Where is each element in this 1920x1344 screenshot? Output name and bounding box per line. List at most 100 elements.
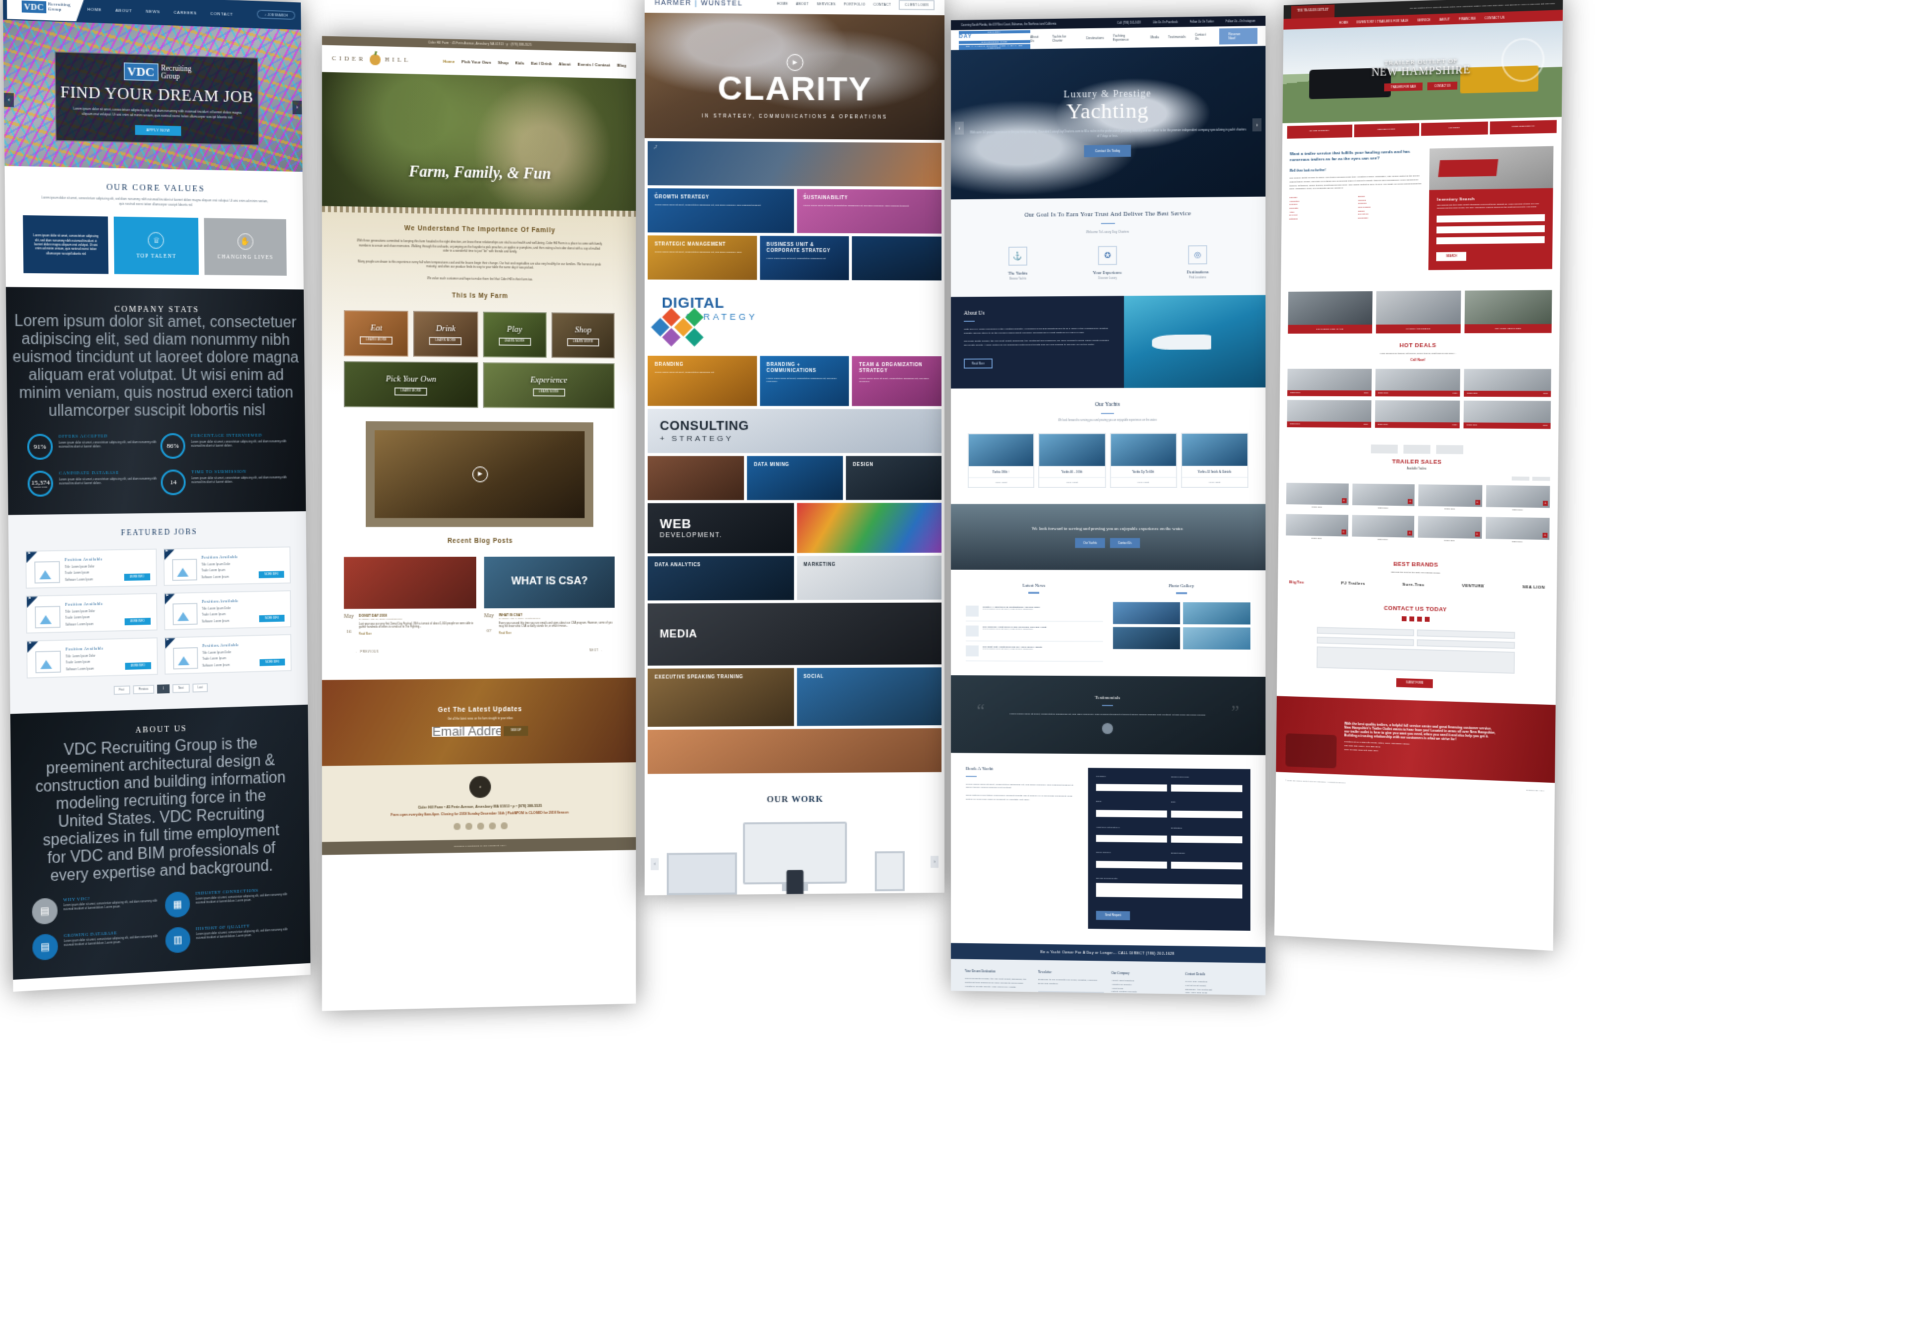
ly-feature-the-yachts[interactable]: ⚓ The Yachts Browse Yachts bbox=[991, 246, 1045, 281]
vdc-job-card[interactable]: Position AvailableTitle: Lorem Ipsum Dol… bbox=[162, 546, 291, 587]
hw-consulting-block[interactable]: CONSULTING + STRATEGY bbox=[647, 408, 942, 454]
hw-tile-branding-communications[interactable]: BRANDING + COMMUNICATIONS Lorem ipsum dol… bbox=[759, 355, 850, 407]
ly-topbar-twitter[interactable]: Follow Us On Twitter bbox=[1190, 20, 1214, 23]
ch-tile-button[interactable]: LEARN MORE bbox=[498, 337, 531, 346]
to-deal-card[interactable]: Trailer Type Price bbox=[1286, 400, 1372, 429]
hw-logo[interactable]: HARMER | WUNSTEL bbox=[655, 0, 743, 7]
to-trailer-card[interactable]: Trailer Type bbox=[1285, 514, 1348, 542]
hw-tile-design[interactable]: DESIGN bbox=[845, 455, 942, 500]
hw-tile-sustainability[interactable]: ⤴ SUSTAINABILITY Lorem ipsum dolor sit ame… bbox=[796, 189, 942, 234]
youtube-icon[interactable] bbox=[1424, 616, 1430, 623]
to-contact-phone-input[interactable] bbox=[1316, 636, 1414, 647]
hw-tile-hands[interactable]: ⤴ bbox=[647, 141, 942, 187]
hw-work-prev-arrow[interactable]: ‹ bbox=[650, 858, 659, 871]
hw-tile-branding[interactable]: BRANDING Lorem ipsum dolor sit amet, cons… bbox=[647, 355, 757, 406]
pager-page-1[interactable]: 1 bbox=[156, 684, 170, 694]
ly-gallery-photo[interactable] bbox=[1112, 601, 1180, 624]
hw-tile-color-swatches[interactable] bbox=[796, 502, 942, 553]
ch-logo[interactable]: CIDER HILL bbox=[332, 53, 411, 66]
ch-tile-button[interactable]: LEARN MORE bbox=[360, 335, 393, 345]
pager-previous[interactable]: Previous bbox=[132, 684, 155, 695]
ly-hero-prev-arrow[interactable]: ‹ bbox=[954, 121, 964, 135]
ch-newsletter-signup-button[interactable]: SIGN UP bbox=[503, 725, 528, 736]
ch-newsletter-email-input[interactable] bbox=[432, 725, 501, 737]
vdc-job-more-info-button[interactable]: MORE INFO bbox=[259, 614, 285, 623]
ch-nav-eat-drink[interactable]: Eat / Drink bbox=[531, 61, 552, 66]
ly-logo[interactable]: LUXURY DAY CHARTERS.COM BE A YACHT OWNER F… bbox=[958, 29, 1031, 50]
ly-topbar-phone[interactable]: Call: (786) 202-1628 bbox=[1117, 21, 1141, 24]
ch-nav-pick-your-own[interactable]: Pick Your Own bbox=[462, 59, 491, 65]
website-panel-cider-hill-farm[interactable]: Cider Hill Farm · 45 Ferin Avenue, Amesb… bbox=[322, 36, 636, 1011]
hw-nav-about[interactable]: ABOUT bbox=[796, 2, 809, 6]
to-deal-card[interactable]: Trailer Type Price bbox=[1463, 400, 1551, 430]
to-category-manufacturers[interactable]: MANUFACTURERS bbox=[1375, 290, 1462, 334]
ch-nav-home[interactable]: Home bbox=[443, 59, 455, 64]
hw-tile-business-unit-corporate-strategy[interactable]: BUSINESS UNIT & CORPORATE STRATEGY Lorem … bbox=[759, 235, 850, 281]
hw-tile-data-mining[interactable]: DATA MINING bbox=[746, 455, 843, 501]
ch-tile-play[interactable]: Play LEARN MORE bbox=[482, 311, 547, 358]
to-inventory-field-2[interactable] bbox=[1436, 224, 1545, 234]
to-nav-inventory[interactable]: INVENTORY / TRAILERS FOR SALE bbox=[1357, 18, 1409, 24]
ch-nav-kids[interactable]: Kids bbox=[515, 60, 524, 65]
filter-control[interactable] bbox=[1511, 476, 1530, 481]
ly-footer-link[interactable]: Latest Yacht News bbox=[1111, 994, 1177, 995]
to-hero-trailers-for-sale-button[interactable]: TRAILERS FOR SALE bbox=[1384, 82, 1423, 92]
twitter-icon[interactable] bbox=[1408, 616, 1414, 622]
vdc-job-card[interactable]: Position AvailableTitle: Lorem Ipsum Dol… bbox=[26, 637, 158, 679]
vdc-job-card[interactable]: Position AvailableTitle: Lorem Ipsum Dol… bbox=[163, 634, 292, 675]
ly-form-full-name-input[interactable] bbox=[1095, 783, 1167, 792]
vdc-value-card-changing-lives[interactable]: ✋ CHANGING LIVES bbox=[203, 218, 287, 276]
ch-blog-readmore[interactable]: Read More bbox=[499, 632, 615, 635]
ch-nav-blog[interactable]: Blog bbox=[617, 63, 626, 68]
ch-tile-eat[interactable]: Eat LEARN MORE bbox=[343, 309, 409, 357]
vdc-jobs-pager[interactable]: First Previous 1 Next Last bbox=[10, 681, 308, 699]
play-icon[interactable]: ▶ bbox=[472, 465, 489, 482]
ly-feature-your-experience[interactable]: ✪ Your Experience Discover Luxury bbox=[1081, 246, 1135, 280]
vdc-nav-news[interactable]: NEWS bbox=[146, 8, 160, 13]
ch-tile-button[interactable]: LEARN MORE bbox=[567, 337, 599, 346]
vdc-job-more-info-button[interactable]: MORE INFO bbox=[124, 617, 151, 626]
to-quicklink-service[interactable]: SERVICE & PARTS bbox=[1353, 123, 1420, 138]
pager-next[interactable]: Next bbox=[172, 683, 190, 694]
website-panel-luxury-day-charters[interactable]: Covering South Florida, the US West Coas… bbox=[950, 15, 1266, 996]
to-deal-card[interactable]: Trailer Type Price bbox=[1287, 368, 1372, 397]
to-footer-designer[interactable]: Designed By VCVA bbox=[1526, 790, 1545, 793]
to-quicklink-inventory[interactable]: TRAILER INVENTORY bbox=[1287, 124, 1352, 139]
to-nav-home[interactable]: HOME bbox=[1339, 20, 1348, 24]
hw-client-login-button[interactable]: CLIENT LOGIN bbox=[899, 0, 935, 11]
vdc-logo[interactable]: VDC Recruiting Group bbox=[7, 0, 86, 22]
ch-blog-post[interactable]: WHAT IS CSA? May 07 WHAT IS CSA? by admin… bbox=[484, 556, 615, 637]
ly-news-item[interactable]: The Best Just Yachts Delivers Of A New S… bbox=[965, 641, 1103, 662]
facebook-icon[interactable] bbox=[1401, 616, 1407, 622]
to-quicklink-testimonials[interactable]: CLIENT TESTIMONIALS bbox=[1489, 120, 1557, 135]
ly-form-budget-input[interactable] bbox=[1170, 861, 1243, 869]
to-trailer-card[interactable]: Trailer Type bbox=[1417, 516, 1482, 545]
ly-gallery-photo[interactable] bbox=[1182, 626, 1251, 650]
ly-news-item[interactable]: Quarter 4 Yacht Trek To Destinations And… bbox=[965, 601, 1103, 622]
to-brand-venture[interactable]: VENTURE bbox=[1462, 583, 1485, 588]
vdc-hero-prev-arrow[interactable]: ‹ bbox=[3, 92, 14, 108]
to-trailer-card[interactable]: Trailer Type bbox=[1485, 517, 1550, 546]
ly-form-people-input[interactable] bbox=[1170, 784, 1243, 793]
ch-blog-prev[interactable]: ← PREVIOUS bbox=[356, 649, 379, 653]
ch-nav-events-contact[interactable]: Events / Contact bbox=[578, 62, 611, 68]
ly-form-special-input[interactable] bbox=[1095, 882, 1243, 899]
to-inventory-search-panel[interactable]: Inventory Search Our brands and their hi… bbox=[1428, 188, 1554, 270]
to-logo[interactable]: THE TRAILER OUTLET bbox=[1291, 4, 1335, 19]
vdc-nav-careers[interactable]: CAREERS bbox=[174, 9, 197, 15]
to-nav-about[interactable]: ABOUT bbox=[1439, 17, 1450, 21]
to-hot-deals-call[interactable]: Call Now! bbox=[1288, 358, 1552, 362]
ch-video-player[interactable]: ▶ bbox=[365, 420, 594, 527]
pager-first[interactable]: First bbox=[113, 685, 130, 696]
pinterest-icon[interactable] bbox=[500, 821, 508, 829]
to-trailer-card[interactable]: Trailer Type bbox=[1351, 515, 1415, 544]
ch-tile-shop[interactable]: Shop LEARN MORE bbox=[551, 311, 615, 358]
ly-reserve-now-button[interactable]: Reserve Now! bbox=[1219, 27, 1258, 45]
to-brand-bigtex[interactable]: BigTex bbox=[1289, 580, 1304, 585]
instagram-icon[interactable] bbox=[464, 822, 472, 830]
pager-last[interactable]: Last bbox=[192, 683, 209, 693]
to-contact-submit-button[interactable]: SUBMIT FORM bbox=[1396, 678, 1433, 689]
ly-footer-link[interactable]: Latest Weather Reports bbox=[1111, 991, 1177, 996]
hw-tile-growth-strategy[interactable]: ⤴ GROWTH STRATEGY Lorem ipsum dolor sit am… bbox=[647, 188, 794, 233]
ly-yacht-view-link[interactable]: View Yacht bbox=[1110, 477, 1176, 488]
